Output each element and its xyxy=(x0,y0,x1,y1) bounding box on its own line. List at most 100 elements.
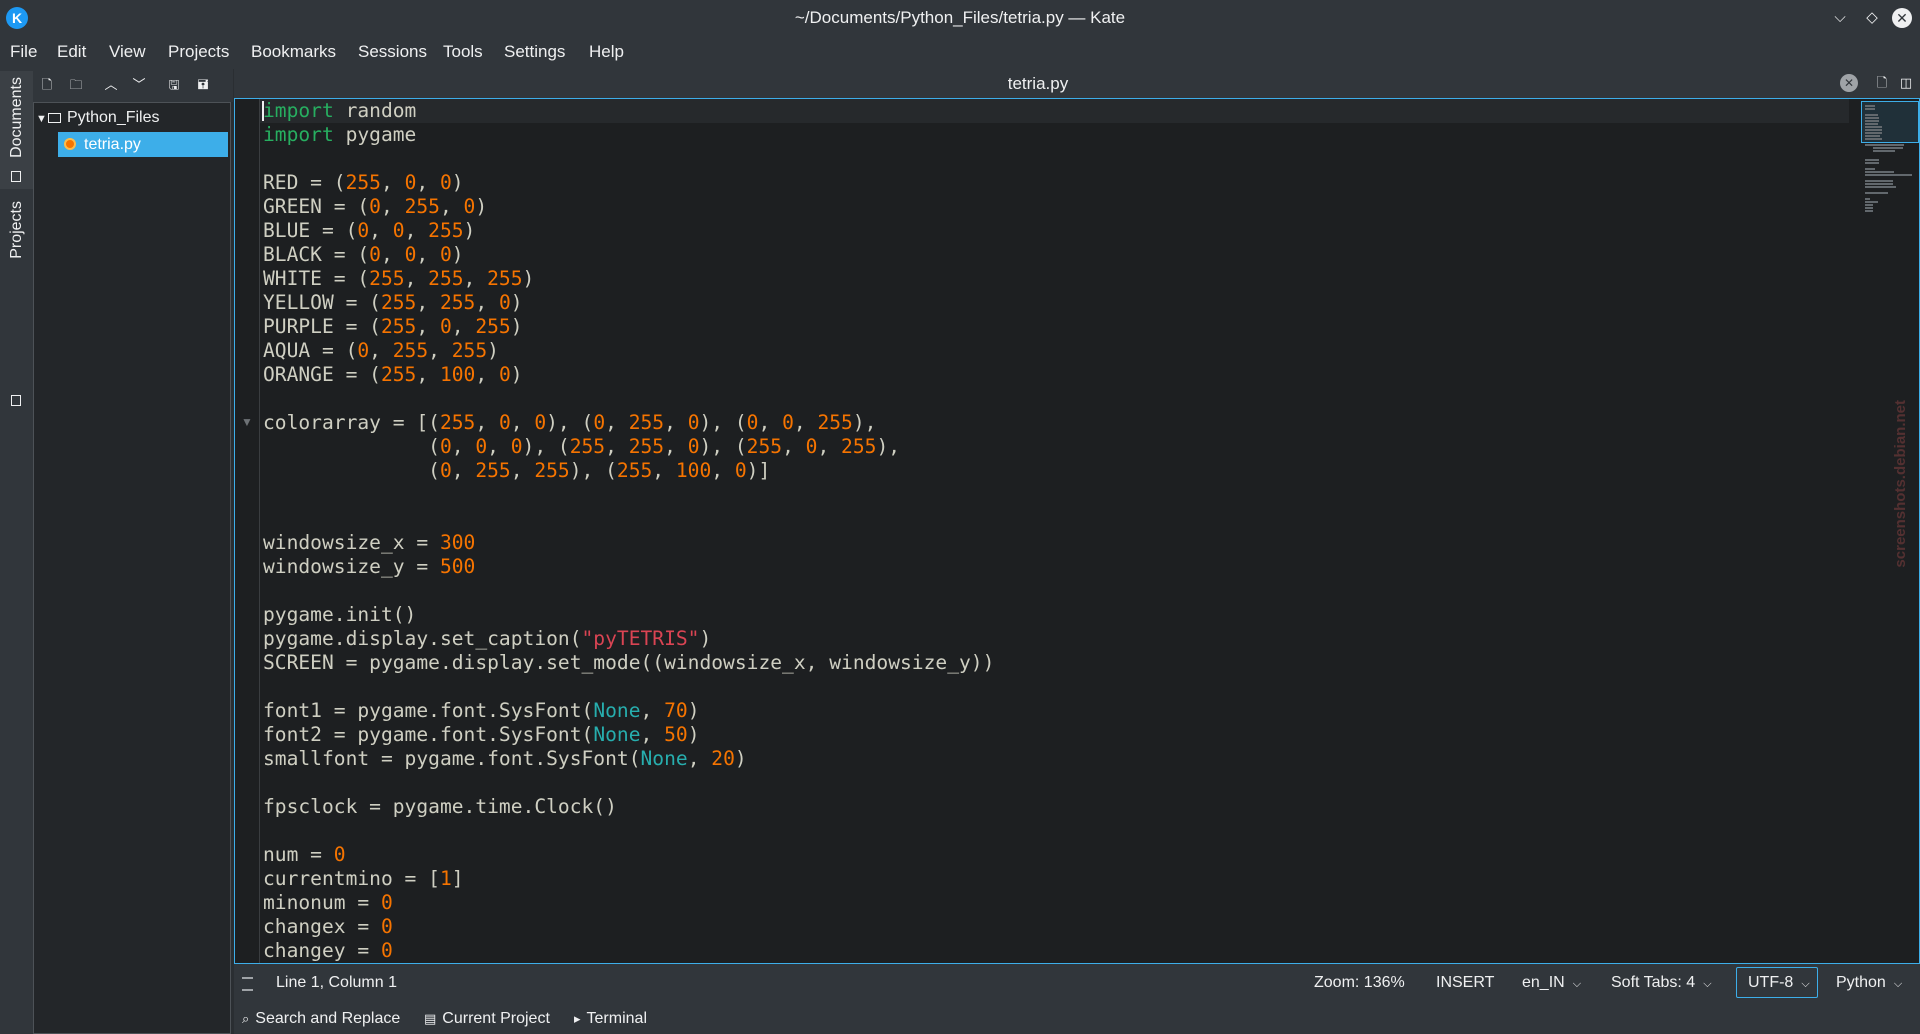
current-project-label: Current Project xyxy=(442,1010,550,1027)
close-icon[interactable]: ✕ xyxy=(1892,8,1912,28)
menu-edit[interactable]: Edit xyxy=(57,42,86,62)
minimap-line xyxy=(1865,174,1912,176)
title-bar: K ~/Documents/Python_Files/tetria.py — K… xyxy=(0,0,1920,35)
menu-projects[interactable]: Projects xyxy=(168,42,229,62)
up-icon[interactable]: ︿ xyxy=(104,78,118,92)
file-label: tetria.py xyxy=(84,136,141,153)
minimap-line xyxy=(1865,159,1879,161)
search-replace-label: Search and Replace xyxy=(255,1010,401,1027)
window-title: ~/Documents/Python_Files/tetria.py — Kat… xyxy=(794,8,1126,27)
minimap-line xyxy=(1865,180,1893,182)
text-cursor xyxy=(262,101,264,121)
status-bar: Line 1, Column 1 Zoom: 136% INSERT en_IN… xyxy=(234,964,1920,1002)
menu-settings[interactable]: Settings xyxy=(504,42,565,62)
syntax-value: Python xyxy=(1836,974,1886,991)
encoding-value-wrap: UTF-8 ⌵ xyxy=(1748,974,1810,992)
minimize-icon[interactable]: ⌵ xyxy=(1830,8,1850,28)
down-icon[interactable]: ﹀ xyxy=(132,78,146,92)
cursor-position[interactable]: Line 1, Column 1 xyxy=(276,974,397,992)
new-tab-icon[interactable]: 🗋 xyxy=(1874,75,1890,91)
minimap-line xyxy=(1873,150,1896,152)
fold-marker-icon[interactable]: ▼ xyxy=(241,415,253,429)
minimap-line xyxy=(1865,123,1878,125)
minimap-line xyxy=(1865,186,1896,188)
editor-tab-bar: tetria.py ✕ 🗋 ◫ xyxy=(234,69,1920,98)
chevron-down-icon: ⌵ xyxy=(1703,978,1712,990)
editor-gutter: ▼ xyxy=(235,99,260,963)
project-icon: ▤ xyxy=(424,1011,437,1026)
folder-label: Python_Files xyxy=(67,109,160,126)
minimap-line xyxy=(1865,201,1878,203)
minimap-line xyxy=(1865,207,1874,209)
input-mode[interactable]: INSERT xyxy=(1436,974,1494,992)
chevron-down-icon: ⌵ xyxy=(1572,978,1582,990)
minimap-line xyxy=(1865,144,1904,146)
minimap-line xyxy=(1865,210,1874,212)
minimap-line xyxy=(1865,108,1875,110)
save-all-icon[interactable]: 🖬 xyxy=(196,78,210,92)
minimap-line xyxy=(1865,171,1894,173)
zoom-level[interactable]: Zoom: 136% xyxy=(1314,974,1405,992)
minimap-line xyxy=(1865,132,1882,134)
minimap-line xyxy=(1865,120,1879,122)
chevron-down-icon: ⌵ xyxy=(1801,978,1810,990)
code-editor[interactable]: ▼ import random import pygame RED = (255… xyxy=(234,98,1920,964)
search-icon: ⌕ xyxy=(242,1011,250,1026)
documents-toolbar: 🗋 🗀 ︿ ﹀ 🖫 🖬 xyxy=(33,69,233,102)
minimap-line xyxy=(1865,135,1880,137)
watermark: screenshots.debian.net xyxy=(1892,400,1909,568)
tab-tetria-py[interactable]: tetria.py xyxy=(234,74,1842,94)
maximize-icon[interactable]: ◇ xyxy=(1862,8,1882,28)
tab-close-icon[interactable]: ✕ xyxy=(1840,74,1858,92)
new-file-icon[interactable]: 🗋 xyxy=(40,78,54,92)
minimap-line xyxy=(1865,204,1874,206)
chevron-down-icon: ⌵ xyxy=(1893,978,1903,990)
folder-icon xyxy=(48,113,61,123)
minimap-line xyxy=(1865,117,1880,119)
dictionary-select[interactable]: en_IN ⌵ xyxy=(1522,974,1581,992)
indentation-select[interactable]: Soft Tabs: 4 ⌵ xyxy=(1611,974,1712,992)
minimap-line xyxy=(1865,129,1882,131)
minimap-line xyxy=(1865,198,1871,200)
minimap-line xyxy=(1865,114,1878,116)
menu-tools[interactable]: Tools xyxy=(443,42,483,62)
minimap-line xyxy=(1865,162,1879,164)
terminal-label: Terminal xyxy=(586,1010,647,1027)
tab-documents-label: Documents xyxy=(8,77,25,158)
python-file-icon xyxy=(64,138,76,150)
search-replace-button[interactable]: ⌕ Search and Replace xyxy=(242,1010,400,1028)
tab-documents[interactable]: Documents xyxy=(0,71,33,189)
terminal-icon: ▸ xyxy=(574,1011,581,1026)
file-tree: ▼ Python_Files tetria.py xyxy=(33,102,231,1034)
menu-bookmarks[interactable]: Bookmarks xyxy=(251,42,336,62)
terminal-button[interactable]: ▸ Terminal xyxy=(574,1010,647,1028)
minimap-scrollbar[interactable] xyxy=(1859,99,1919,963)
code-text[interactable]: import random import pygame RED = (255, … xyxy=(263,99,994,963)
side-tab-bar: Documents Projects xyxy=(0,69,33,1034)
tab-projects-label: Projects xyxy=(8,201,25,259)
chevron-down-icon[interactable]: ▼ xyxy=(36,107,48,132)
dictionary-value: en_IN xyxy=(1522,974,1565,991)
minimap-line xyxy=(1865,192,1888,194)
menu-help[interactable]: Help xyxy=(589,42,624,62)
encoding-value: UTF-8 xyxy=(1748,974,1794,991)
menu-sessions[interactable]: Sessions xyxy=(358,42,427,62)
minimap-line xyxy=(1865,183,1893,185)
minimap-line xyxy=(1865,168,1875,170)
syntax-select[interactable]: Python ⌵ xyxy=(1836,974,1902,992)
open-folder-icon[interactable]: 🗀 xyxy=(69,78,83,92)
minimap-line xyxy=(1865,105,1875,107)
tree-folder-python-files[interactable]: ▼ Python_Files xyxy=(34,105,232,130)
tab-projects[interactable]: Projects xyxy=(0,195,33,406)
document-icon xyxy=(11,171,21,182)
current-project-button[interactable]: ▤ Current Project xyxy=(424,1010,550,1028)
menu-bar: File Edit View Projects Bookmarks Sessio… xyxy=(0,35,1920,69)
minimap-line xyxy=(1873,147,1904,149)
save-icon[interactable]: 🖫 xyxy=(167,78,181,92)
project-icon xyxy=(11,395,21,406)
menu-file[interactable]: File xyxy=(10,42,37,62)
tree-file-tetria[interactable]: tetria.py xyxy=(58,132,228,157)
document-menu-icon[interactable] xyxy=(242,977,253,991)
menu-view[interactable]: View xyxy=(109,42,146,62)
split-view-icon[interactable]: ◫ xyxy=(1898,75,1914,91)
